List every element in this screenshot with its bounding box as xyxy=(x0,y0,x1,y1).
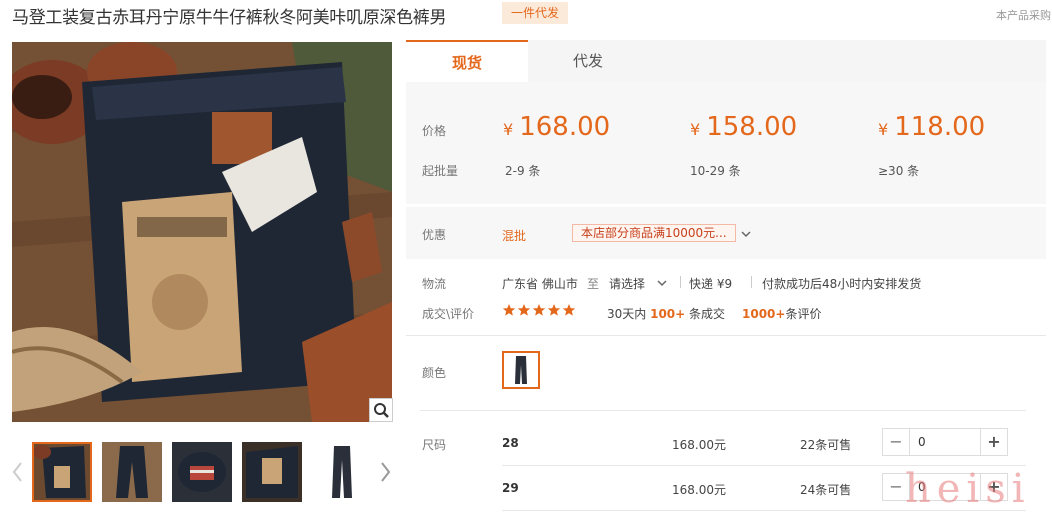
tab-spot[interactable]: 现货 xyxy=(406,40,528,82)
price-label: 价格 xyxy=(422,124,447,138)
thumb-next-button[interactable] xyxy=(377,460,393,484)
size-value: 29 xyxy=(502,481,519,495)
ship-note: 付款成功后48小时内安排发货 xyxy=(762,277,922,291)
thumbnail-5[interactable] xyxy=(312,442,372,502)
thumbnail-2[interactable] xyxy=(102,442,162,502)
thumb-jeans-rolled-image xyxy=(172,442,232,502)
thumb-prev-button[interactable] xyxy=(10,460,26,484)
price-tier-1: ¥168.00 xyxy=(503,112,610,142)
reviews-label: 成交\评价 xyxy=(422,307,475,321)
jeans-swatch-image xyxy=(504,353,538,387)
review-suffix: 条评价 xyxy=(785,307,822,321)
divider xyxy=(406,335,1046,336)
price-panel xyxy=(406,82,1046,204)
star-rating xyxy=(502,303,578,319)
review-count-link[interactable]: 1000+条评价 xyxy=(742,305,821,322)
size-stock: 22条可售 xyxy=(800,438,852,452)
color-label: 颜色 xyxy=(422,366,447,380)
magnifier-icon xyxy=(374,403,389,418)
logistics-label: 物流 xyxy=(422,277,447,291)
price-value: 158.00 xyxy=(706,112,798,142)
destination-select[interactable]: 请选择 xyxy=(609,275,645,292)
divider xyxy=(751,276,752,288)
qty-tier-3: ≥30 条 xyxy=(878,164,920,178)
qty-tier-2: 10-29 条 xyxy=(690,164,741,178)
sold-prefix: 30天内 xyxy=(607,307,647,321)
chevron-left-icon xyxy=(12,462,22,482)
sold-suffix: 条成交 xyxy=(689,307,726,321)
thumb-jeans-label-image xyxy=(242,442,302,502)
thumb-jeans-full-image xyxy=(312,442,372,502)
zoom-button[interactable] xyxy=(369,398,393,422)
promo-label: 优惠 xyxy=(422,228,447,242)
size-price: 168.00元 xyxy=(672,438,726,452)
divider xyxy=(420,410,1026,411)
purchase-note: 本产品采购 xyxy=(996,9,1051,22)
sold-30days: 30天内 100+ 条成交 xyxy=(607,305,725,322)
main-product-image[interactable] xyxy=(12,42,392,422)
thumb-jeans-front-image xyxy=(102,442,162,502)
currency-symbol: ¥ xyxy=(503,120,514,139)
quantity-stepper: − 0 + xyxy=(882,428,1008,456)
watermark: heisi xyxy=(905,466,1031,512)
chevron-right-icon xyxy=(381,462,391,482)
to-word: 至 xyxy=(587,277,600,291)
sold-count: 100+ xyxy=(650,307,686,321)
ship-from: 广东省 佛山市 xyxy=(502,277,578,291)
express-fee: 快递 ¥9 xyxy=(689,277,733,291)
price-tier-2: ¥158.00 xyxy=(690,112,797,142)
color-swatch-selected[interactable] xyxy=(502,351,540,389)
minus-button[interactable]: − xyxy=(883,429,909,455)
product-title: 马登工装复古赤耳丹宁原牛牛仔裤秋冬阿美咔叽原深色裤男 xyxy=(12,8,447,28)
quantity-input[interactable]: 0 xyxy=(909,429,981,455)
promo-tag: 混批 xyxy=(502,229,527,243)
qty-tier-1: 2-9 条 xyxy=(505,164,541,178)
thumbnail-1[interactable] xyxy=(32,442,92,502)
currency-symbol: ¥ xyxy=(878,120,889,139)
promo-text[interactable]: 本店部分商品满10000元... xyxy=(572,224,736,242)
size-stock: 24条可售 xyxy=(800,483,852,497)
price-value: 168.00 xyxy=(519,112,611,142)
plus-button[interactable]: + xyxy=(981,429,1007,455)
dropship-badge[interactable]: 一件代发 xyxy=(502,2,568,24)
size-label: 尺码 xyxy=(422,438,447,452)
price-value: 118.00 xyxy=(894,112,986,142)
review-count: 1000+ xyxy=(742,307,786,321)
moq-label: 起批量 xyxy=(422,164,459,178)
tab-dropship[interactable]: 代发 xyxy=(528,40,648,82)
divider xyxy=(680,276,681,288)
size-value: 28 xyxy=(502,436,519,450)
jeans-photo xyxy=(12,42,392,422)
chevron-down-icon[interactable] xyxy=(740,226,752,240)
thumb-jeans-pocket-image xyxy=(34,444,90,500)
currency-symbol: ¥ xyxy=(690,120,701,139)
size-price: 168.00元 xyxy=(672,483,726,497)
thumbnail-3[interactable] xyxy=(172,442,232,502)
product-page: 马登工装复古赤耳丹宁原牛牛仔裤秋冬阿美咔叽原深色裤男 一件代发 本产品采购 现货… xyxy=(0,0,1052,520)
chevron-down-icon[interactable] xyxy=(656,275,668,289)
price-tier-3: ¥118.00 xyxy=(878,112,985,142)
thumbnail-4[interactable] xyxy=(242,442,302,502)
